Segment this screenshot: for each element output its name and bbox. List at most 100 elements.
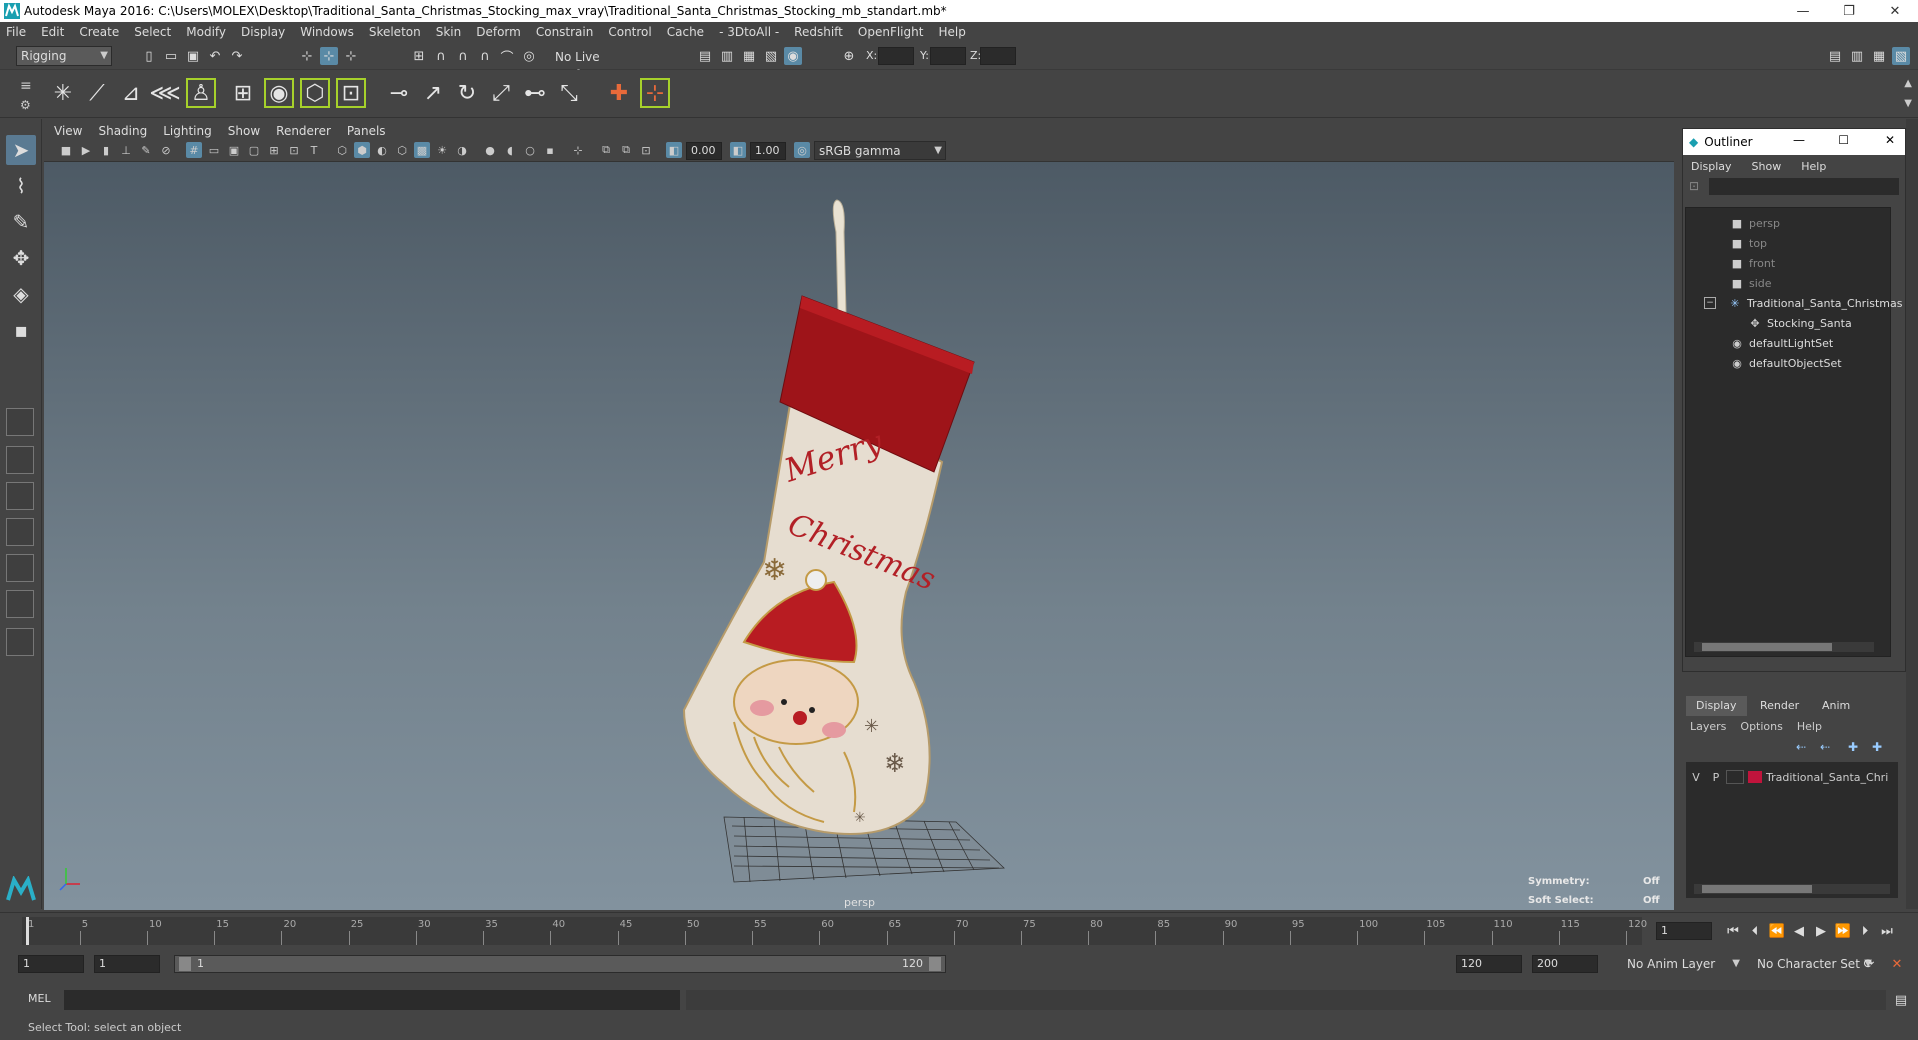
- step-back-frame-icon[interactable]: ⏪: [1768, 922, 1786, 940]
- use-all-lights-icon[interactable]: ☀: [434, 142, 450, 158]
- current-frame-field[interactable]: 1: [1656, 922, 1712, 940]
- snap-live-icon[interactable]: ◎: [520, 47, 538, 65]
- aim-constraint-icon[interactable]: ↗: [418, 78, 448, 108]
- time-slider[interactable]: 1 5 10 15 20 25 30 35 40 45 50 55 60 65 70 75 80 85 90 95 10…: [0, 912, 1918, 948]
- persp-graph-layout-icon[interactable]: [6, 518, 34, 546]
- ik-handle-icon[interactable]: ⟋: [82, 78, 112, 108]
- select-component-icon[interactable]: ⊹: [342, 47, 360, 65]
- perspective-viewport[interactable]: Merry Christmas ❄ ❄ ✳ ✳ persp Symmetry:: [44, 162, 1674, 910]
- restore-button[interactable]: ❐: [1826, 0, 1872, 22]
- menu-skeleton[interactable]: Skeleton: [369, 25, 421, 39]
- gamma-field[interactable]: 1.00: [750, 142, 786, 160]
- panel-menu-panels[interactable]: Panels: [347, 124, 386, 138]
- depth-of-field-icon[interactable]: ▪: [542, 142, 558, 158]
- anim-layer-dropdown[interactable]: No Anim Layer ▼: [1622, 954, 1744, 974]
- open-scene-icon[interactable]: ▭: [162, 47, 180, 65]
- gamma-icon[interactable]: ◧: [730, 142, 746, 158]
- layer-type-toggle[interactable]: [1726, 770, 1744, 784]
- safe-title-icon[interactable]: T: [306, 142, 322, 158]
- playback-end-field[interactable]: 120: [1456, 955, 1522, 973]
- play-backward-icon[interactable]: ◀: [1790, 922, 1808, 940]
- outliner-menu-help[interactable]: Help: [1801, 160, 1826, 173]
- multisample-icon[interactable]: ○: [522, 142, 538, 158]
- layer-playback-toggle[interactable]: P: [1706, 771, 1726, 784]
- bookmarks-icon[interactable]: ▮: [98, 142, 114, 158]
- close-button[interactable]: ✕: [1872, 0, 1918, 22]
- auto-key-icon[interactable]: ⟳: [1860, 955, 1878, 973]
- cluster-icon[interactable]: ◉: [264, 78, 294, 108]
- menu-openflight[interactable]: OpenFlight: [858, 25, 924, 39]
- attribute-editor-icon[interactable]: ▥: [1848, 47, 1866, 65]
- undo-icon[interactable]: ↶: [206, 47, 224, 65]
- collapse-icon[interactable]: −: [1704, 297, 1716, 309]
- outliner-minimize-button[interactable]: —: [1793, 133, 1805, 147]
- four-view-layout-icon[interactable]: [6, 446, 34, 474]
- outliner-maximize-button[interactable]: ☐: [1838, 133, 1849, 147]
- animation-start-field[interactable]: 1: [18, 955, 84, 973]
- ipr-render-icon[interactable]: ▦: [740, 47, 758, 65]
- menu-modify[interactable]: Modify: [186, 25, 226, 39]
- save-scene-icon[interactable]: ▣: [184, 47, 202, 65]
- snap-curve-icon[interactable]: ∩: [432, 47, 450, 65]
- menu-deform[interactable]: Deform: [476, 25, 521, 39]
- xray-joints-icon[interactable]: ⧉: [618, 142, 634, 158]
- menu-select[interactable]: Select: [134, 25, 171, 39]
- select-object-icon[interactable]: ⊹: [320, 47, 338, 65]
- channel-box-icon[interactable]: ▧: [1892, 47, 1910, 65]
- snap-view-plane-icon[interactable]: ∩: [476, 47, 494, 65]
- step-back-key-icon[interactable]: ⏴: [1746, 922, 1764, 940]
- new-layer-selected-icon[interactable]: ✚: [1872, 740, 1882, 754]
- view-transform-dropdown[interactable]: sRGB gamma ▼: [814, 141, 946, 160]
- step-forward-frame-icon[interactable]: ⏩: [1834, 922, 1852, 940]
- current-time-indicator[interactable]: [26, 917, 29, 945]
- layer-menu-options[interactable]: Options: [1740, 720, 1782, 733]
- xray-components-icon[interactable]: ⊡: [638, 142, 654, 158]
- step-forward-key-icon[interactable]: ⏵: [1856, 922, 1874, 940]
- xray-icon[interactable]: ⧉: [598, 142, 614, 158]
- menu-cache[interactable]: Cache: [667, 25, 704, 39]
- new-scene-icon[interactable]: ▯: [140, 47, 158, 65]
- menu-constrain[interactable]: Constrain: [536, 25, 594, 39]
- outliner-item-top[interactable]: ■ top: [1730, 234, 1767, 252]
- menu-redshift[interactable]: Redshift: [794, 25, 843, 39]
- live-surface-field[interactable]: No Live Surface: [550, 47, 650, 82]
- outliner-close-button[interactable]: ✕: [1885, 133, 1895, 147]
- shelf-scroll-down-icon[interactable]: ▼: [1904, 98, 1912, 109]
- persp-outliner-layout-icon[interactable]: [6, 482, 34, 510]
- shelf-scroll-up-icon[interactable]: ▲: [1904, 78, 1912, 89]
- menu-set-dropdown[interactable]: Rigging ▼: [16, 46, 112, 66]
- scale-constraint-icon[interactable]: ⤢: [486, 78, 516, 108]
- bind-skin-icon[interactable]: ♙: [186, 78, 216, 108]
- paint-select-icon[interactable]: ✎: [6, 207, 36, 237]
- layer-menu-layers[interactable]: Layers: [1690, 720, 1726, 733]
- motion-blur-icon[interactable]: ◖: [502, 142, 518, 158]
- panel-menu-view[interactable]: View: [54, 124, 82, 138]
- minimize-button[interactable]: —: [1780, 0, 1826, 22]
- attribute-editor-tabstrip[interactable]: [1906, 119, 1918, 909]
- scale-tool-icon[interactable]: ▪: [6, 315, 36, 345]
- move-layer-up-icon[interactable]: ⇠: [1796, 740, 1806, 754]
- tab-render[interactable]: Render: [1750, 696, 1809, 716]
- locator-icon[interactable]: ✚: [604, 78, 634, 108]
- orient-constraint-icon[interactable]: ↻: [452, 78, 482, 108]
- snap-point-icon[interactable]: ∩: [454, 47, 472, 65]
- smooth-shade-icon[interactable]: ⬢: [354, 142, 370, 158]
- menu-create[interactable]: Create: [79, 25, 119, 39]
- snap-surface-icon[interactable]: ⌒: [498, 47, 516, 66]
- menu-skin[interactable]: Skin: [436, 25, 462, 39]
- grease-pencil-icon[interactable]: ✎: [138, 142, 154, 158]
- outliner-item-side[interactable]: ■ side: [1730, 274, 1772, 292]
- x-field[interactable]: [878, 47, 914, 65]
- animation-preferences-icon[interactable]: ✕: [1888, 955, 1906, 973]
- wrap-icon[interactable]: ⬡: [300, 78, 330, 108]
- image-plane-icon[interactable]: ⊥: [118, 142, 134, 158]
- single-perspective-layout-icon[interactable]: [6, 408, 34, 436]
- resolution-gate-icon[interactable]: ▣: [226, 142, 242, 158]
- transform-mode-icon[interactable]: ⊕: [840, 47, 858, 65]
- panel-menu-lighting[interactable]: Lighting: [163, 124, 212, 138]
- range-end-handle[interactable]: [929, 957, 941, 971]
- menu-3dtoall[interactable]: - 3DtoAll -: [719, 25, 779, 39]
- select-hierarchy-icon[interactable]: ⊹: [298, 47, 316, 65]
- gate-mask-icon[interactable]: ▢: [246, 142, 262, 158]
- range-slider-bar[interactable]: 1 120: [174, 955, 946, 973]
